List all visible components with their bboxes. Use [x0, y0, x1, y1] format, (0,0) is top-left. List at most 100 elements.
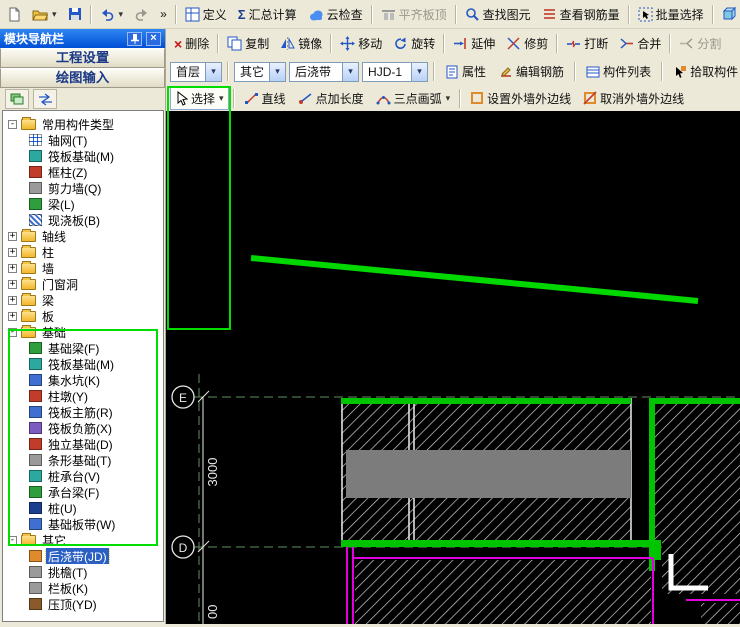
component-combo-arrow[interactable]: ▾ — [411, 63, 427, 81]
line-tool-button[interactable]: 直线 — [239, 87, 291, 110]
break-button[interactable]: 打断 — [561, 32, 613, 55]
expander-icon[interactable]: + — [8, 232, 17, 241]
find-element-button[interactable]: 查找图元 — [460, 3, 536, 26]
tree-item[interactable]: 轴网(T) — [3, 132, 163, 148]
delete-button[interactable]: ×删除 — [169, 32, 214, 55]
swap-view-button[interactable] — [33, 89, 57, 109]
tree-item[interactable]: 梁(L) — [3, 196, 163, 212]
cad-canvas[interactable]: 3000 00 — [166, 111, 740, 624]
tree-item[interactable]: 集水坑(K) — [3, 372, 163, 388]
tree-item[interactable]: 基础梁(F) — [3, 340, 163, 356]
layers-button[interactable] — [5, 89, 29, 109]
tree-folder[interactable]: +柱 — [3, 244, 163, 260]
three-point-arc-button[interactable]: 三点画弧▾ — [371, 87, 456, 110]
rotate-button[interactable]: 旋转 — [388, 32, 440, 55]
select-button[interactable]: 选择▾ — [170, 87, 229, 110]
edit-rebar-button[interactable]: 编辑钢筋 — [494, 60, 569, 83]
tree-item[interactable]: 栏板(K) — [3, 580, 163, 596]
tree-folder[interactable]: +轴线 — [3, 228, 163, 244]
tree-item[interactable]: 桩承台(V) — [3, 468, 163, 484]
tree-item[interactable]: 独立基础(D) — [3, 436, 163, 452]
summary-calc-button[interactable]: Σ汇总计算 — [233, 3, 302, 26]
merge-button[interactable]: 合并 — [614, 32, 666, 55]
cloud-icon — [308, 8, 324, 21]
foundation-beam-icon — [29, 342, 42, 354]
tree-folder[interactable]: +门窗洞 — [3, 276, 163, 292]
expander-icon[interactable]: + — [8, 264, 17, 273]
cancel-outer-wall-edge-button[interactable]: 取消外墙外边线 — [578, 87, 689, 110]
tree-folder[interactable]: +梁 — [3, 292, 163, 308]
expander-icon[interactable]: + — [8, 280, 17, 289]
move-button[interactable]: 移动 — [335, 32, 387, 55]
define-button[interactable]: 定义 — [180, 3, 232, 26]
project-settings-button[interactable]: 工程设置 — [0, 48, 165, 68]
expander-icon[interactable]: - — [8, 328, 17, 337]
expander-icon[interactable]: - — [8, 536, 17, 545]
point-length-button[interactable]: 点加长度 — [293, 87, 369, 110]
pin-button[interactable] — [127, 32, 142, 46]
grid-bubble-e: E — [172, 386, 194, 408]
expander-icon[interactable]: + — [8, 248, 17, 257]
split-button[interactable]: 分割 — [674, 32, 726, 55]
tree-folder-other[interactable]: -其它 — [3, 532, 163, 548]
post-cast-strip-icon — [29, 550, 42, 562]
save-button[interactable] — [63, 3, 87, 26]
floor-combo-arrow[interactable]: ▾ — [205, 63, 221, 81]
edit-rebar-icon — [499, 65, 513, 79]
tree-item[interactable]: 桩(U) — [3, 500, 163, 516]
cancel-outer-wall-edge-icon — [583, 91, 597, 105]
open-file-button[interactable]: ▾ — [27, 3, 62, 26]
drawing-area[interactable]: 3000 00 — [166, 111, 740, 624]
tree-item[interactable]: 筏板主筋(R) — [3, 404, 163, 420]
tree-folder[interactable]: +板 — [3, 308, 163, 324]
cloud-check-button[interactable]: 云检查 — [303, 3, 368, 26]
floor-combo[interactable]: 首层▾ — [170, 62, 222, 82]
set-outer-wall-edge-button[interactable]: 设置外墙外边线 — [465, 87, 576, 110]
new-file-button[interactable] — [3, 3, 26, 26]
tree-item[interactable]: 压顶(YD) — [3, 596, 163, 612]
batch-select-button[interactable]: 批量选择 — [633, 3, 709, 26]
tree-folder[interactable]: +墙 — [3, 260, 163, 276]
expander-icon[interactable]: + — [8, 296, 17, 305]
category-combo[interactable]: 其它▾ — [234, 62, 286, 82]
eave-icon — [29, 566, 42, 578]
tree-item[interactable]: 基础板带(W) — [3, 516, 163, 532]
tree-item[interactable]: 剪力墙(Q) — [3, 180, 163, 196]
tree-item[interactable]: 筏板基础(M) — [3, 356, 163, 372]
properties-button[interactable]: 属性 — [440, 60, 491, 83]
component-list-button[interactable]: 构件列表 — [581, 60, 656, 83]
component-type-combo[interactable]: 后浇带▾ — [289, 62, 359, 82]
tree-item[interactable]: 挑檐(T) — [3, 564, 163, 580]
tree-item[interactable]: 现浇板(B) — [3, 212, 163, 228]
component-type-combo-arrow[interactable]: ▾ — [342, 63, 358, 81]
redo-button[interactable] — [129, 3, 154, 26]
tree-item[interactable]: 柱墩(Y) — [3, 388, 163, 404]
redo-icon — [134, 7, 149, 22]
toolbar-overflow-button[interactable]: » — [155, 3, 172, 26]
properties-label: 属性 — [462, 63, 486, 80]
rebar-3d-button[interactable]: 钢筋三维 — [717, 3, 740, 26]
folder-icon — [21, 295, 36, 306]
tree-folder-foundation[interactable]: -基础 — [3, 324, 163, 340]
tree-folder[interactable]: -常用构件类型 — [3, 116, 163, 132]
copy-button[interactable]: 复制 — [222, 32, 274, 55]
component-combo[interactable]: HJD-1▾ — [362, 62, 428, 82]
view-rebar-qty-button[interactable]: 查看钢筋量 — [537, 3, 625, 26]
tree-item[interactable]: 承台梁(F) — [3, 484, 163, 500]
tree-item[interactable]: 筏板负筋(X) — [3, 420, 163, 436]
undo-button[interactable]: ▾ — [95, 3, 129, 26]
pick-component-button[interactable]: 拾取构件 — [668, 60, 740, 83]
expander-icon[interactable]: - — [8, 120, 17, 129]
drawing-input-button[interactable]: 绘图输入 — [0, 68, 165, 88]
tree-item[interactable]: 框柱(Z) — [3, 164, 163, 180]
tree-item[interactable]: 条形基础(T) — [3, 452, 163, 468]
flush-slab-top-button[interactable]: 平齐板顶 — [376, 3, 452, 26]
tree-item-selected[interactable]: 后浇带(JD) — [3, 548, 163, 564]
tree-item[interactable]: 筏板基础(M) — [3, 148, 163, 164]
close-panel-button[interactable]: × — [146, 32, 161, 46]
trim-button[interactable]: 修剪 — [501, 32, 553, 55]
category-combo-arrow[interactable]: ▾ — [269, 63, 285, 81]
extend-button[interactable]: 延伸 — [448, 32, 500, 55]
expander-icon[interactable]: + — [8, 312, 17, 321]
mirror-button[interactable]: 镜像 — [275, 32, 327, 55]
